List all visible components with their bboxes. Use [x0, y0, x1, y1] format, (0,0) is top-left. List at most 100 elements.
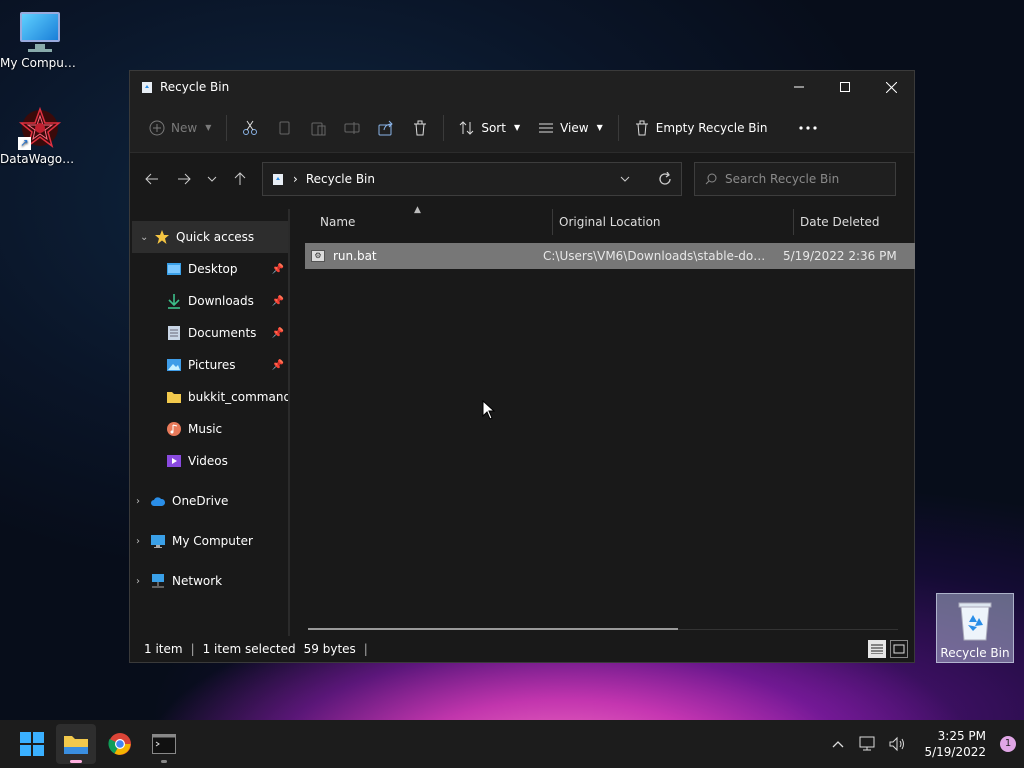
show-hidden-icons-button[interactable]: [826, 724, 850, 764]
sidebar-item-music[interactable]: Music: [130, 413, 290, 445]
sidebar-item-label: Desktop: [188, 262, 238, 276]
chevron-down-icon: [620, 176, 630, 182]
sidebar-item-documents[interactable]: Documents 📌: [130, 317, 290, 349]
taskbar: 3:25 PM 5/19/2022 1: [0, 720, 1024, 768]
chevron-down-icon: ▼: [513, 123, 521, 132]
window-title: Recycle Bin: [160, 80, 230, 94]
paste-button[interactable]: [301, 111, 335, 145]
sidebar-item-my-computer[interactable]: › My Computer: [130, 525, 290, 557]
copy-button[interactable]: [267, 111, 301, 145]
recycle-bin-icon: [273, 174, 283, 185]
recent-locations-button[interactable]: [200, 163, 224, 195]
empty-recycle-bin-button[interactable]: Empty Recycle Bin: [625, 111, 777, 145]
up-button[interactable]: [224, 163, 256, 195]
music-icon: [166, 421, 182, 437]
pin-icon: 📌: [271, 359, 284, 371]
view-button[interactable]: View ▼: [529, 111, 612, 145]
desktop-icon-recycle-bin[interactable]: Recycle Bin: [936, 593, 1014, 663]
desktop-icon: [166, 261, 182, 277]
rename-icon: [344, 121, 360, 134]
trash-icon: [635, 120, 648, 135]
chevron-right-icon[interactable]: ›: [136, 576, 150, 587]
share-button[interactable]: [369, 111, 403, 145]
folder-icon: [166, 389, 182, 405]
start-button[interactable]: [12, 724, 52, 764]
file-original-location: C:\Users\VM6\Downloads\stable-downl...: [543, 249, 775, 263]
status-bar: 1 item | 1 item selected 59 bytes |: [130, 636, 914, 662]
cut-button[interactable]: [233, 111, 267, 145]
batch-file-icon: ⚙: [311, 250, 325, 262]
running-indicator: [161, 760, 167, 763]
desktop-icon-my-computer[interactable]: My Computer: [0, 10, 80, 70]
chevron-right-icon[interactable]: ›: [136, 536, 150, 547]
horizontal-scrollbar[interactable]: [308, 628, 678, 630]
sidebar-item-desktop[interactable]: Desktop 📌: [130, 253, 290, 285]
more-dots-icon: [799, 125, 818, 130]
sidebar-item-pictures[interactable]: Pictures 📌: [130, 349, 290, 381]
refresh-button[interactable]: [649, 163, 681, 195]
datawagon-logo-icon: ↗: [18, 106, 62, 150]
delete-button[interactable]: [403, 111, 437, 145]
breadcrumb[interactable]: Recycle Bin: [306, 172, 375, 186]
sidebar-item-label: OneDrive: [172, 494, 229, 508]
new-label: New: [171, 120, 198, 135]
sidebar-item-videos[interactable]: Videos: [130, 445, 290, 477]
title-bar[interactable]: Recycle Bin: [130, 71, 914, 103]
sort-label: Sort: [481, 120, 506, 135]
recycle-bin-icon: [958, 602, 992, 641]
network-status-button[interactable]: [856, 724, 880, 764]
taskbar-file-explorer[interactable]: [56, 724, 96, 764]
chevron-expanded-icon[interactable]: ⌄: [140, 232, 154, 243]
rename-button[interactable]: [335, 111, 369, 145]
sidebar-item-onedrive[interactable]: › OneDrive: [130, 485, 290, 517]
notification-badge[interactable]: 1: [1000, 736, 1016, 752]
sidebar-item-quick-access[interactable]: ⌄ Quick access: [132, 221, 288, 253]
details-view-button[interactable]: [868, 640, 886, 658]
chevron-down-icon: ▼: [205, 123, 212, 132]
chevron-up-icon: [833, 741, 844, 748]
address-bar[interactable]: › Recycle Bin: [262, 162, 682, 196]
chevron-right-icon[interactable]: ›: [136, 496, 150, 507]
search-input[interactable]: Search Recycle Bin: [694, 162, 896, 196]
close-button[interactable]: [868, 71, 914, 103]
view-label: View: [560, 120, 589, 135]
new-button[interactable]: New ▼: [140, 111, 220, 145]
table-row[interactable]: ⚙ run.bat C:\Users\VM6\Downloads\stable-…: [305, 243, 915, 269]
column-header-original-location[interactable]: Original Location: [553, 205, 793, 239]
taskbar-chrome[interactable]: [100, 724, 140, 764]
document-icon: [166, 325, 182, 341]
volume-button[interactable]: [886, 724, 910, 764]
close-icon: [885, 81, 897, 93]
address-history-button[interactable]: [609, 163, 641, 195]
desktop-icon-datawagon[interactable]: ↗ DataWagon...: [0, 106, 80, 166]
column-header-name[interactable]: Name: [312, 205, 552, 239]
paste-icon: [311, 122, 326, 135]
clock[interactable]: 3:25 PM 5/19/2022: [924, 728, 986, 760]
breadcrumb-separator-icon: ›: [293, 172, 298, 186]
system-tray: 3:25 PM 5/19/2022 1: [822, 724, 1016, 764]
column-header-date-deleted[interactable]: Date Deleted: [794, 205, 914, 239]
back-button[interactable]: [136, 163, 168, 195]
sort-button[interactable]: Sort ▼: [450, 111, 529, 145]
refresh-icon: [659, 172, 671, 185]
share-icon: [378, 120, 394, 135]
sidebar-item-label: Downloads: [188, 294, 254, 308]
more-options-button[interactable]: [790, 111, 826, 145]
sidebar-item-downloads[interactable]: Downloads 📌: [130, 285, 290, 317]
pin-icon: 📌: [271, 295, 284, 307]
mouse-cursor-icon: [482, 400, 496, 420]
file-explorer-window: Recycle Bin New ▼ Sort ▼ View ▼ Empty Re…: [129, 70, 915, 663]
sidebar-item-bukkit-command[interactable]: bukkit_command: [130, 381, 290, 413]
clock-time: 3:25 PM: [937, 729, 986, 743]
maximize-button[interactable]: [822, 71, 868, 103]
star-icon: [154, 229, 170, 245]
forward-button[interactable]: [168, 163, 200, 195]
taskbar-terminal[interactable]: [144, 724, 184, 764]
item-count: 1 item: [144, 642, 183, 656]
monitor-icon: [18, 10, 62, 54]
sidebar-item-network[interactable]: › Network: [130, 565, 290, 597]
chevron-down-icon: ▼: [596, 123, 603, 132]
minimize-button[interactable]: [776, 71, 822, 103]
large-icons-view-button[interactable]: [890, 640, 908, 658]
maximize-icon: [840, 82, 850, 92]
